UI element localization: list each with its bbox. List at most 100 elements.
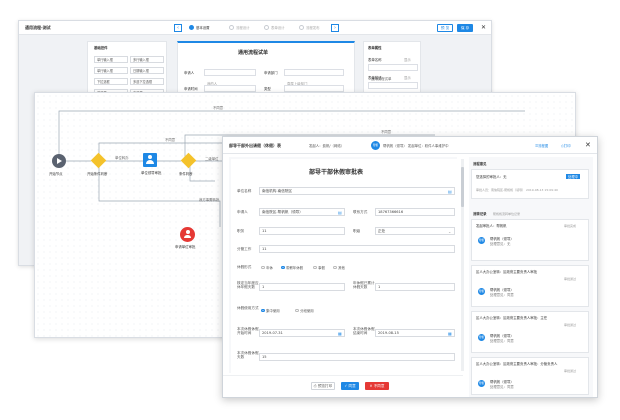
leave-type-radio[interactable]: 年休 — [261, 265, 273, 270]
total-label: 本次休假休假天数 — [237, 351, 259, 360]
form-canvas-title: 通用流程试单 — [238, 50, 269, 56]
print-icon: ⎙ — [313, 384, 317, 388]
list-icon: ▤ — [448, 188, 452, 194]
records-title: 流转记录 — [473, 212, 487, 216]
end-date-input[interactable]: 2019-08-15 ▦ — [375, 329, 455, 337]
edge-line — [98, 167, 221, 227]
user-task-icon[interactable] — [143, 153, 157, 167]
record-opinion: 处理意见：同意 — [490, 293, 514, 297]
prev-step-icon[interactable]: ‹ — [174, 24, 182, 32]
leave-type-radio[interactable]: 其他 — [333, 265, 345, 270]
prop-extra: 显示 — [404, 58, 411, 62]
leave-type-radio[interactable]: 事假 — [313, 265, 325, 270]
print-button[interactable]: ⎙打印 — [561, 144, 571, 148]
record-card: 发起审批人：帮帆帆 审批完成 帮帆 帮帆帆（领导） 处理意见：无 — [471, 219, 589, 261]
approval-form-window: 部导干部外出请假（休假）表 发起人：费帆/（网络） 帮帆 帮帆帆（领导） 发起单… — [222, 136, 598, 398]
leave-type-radio[interactable]: 带薪年休假 — [281, 265, 303, 270]
edge-label: 不同意 — [165, 138, 176, 142]
preview-button[interactable]: 预 览 — [437, 24, 453, 32]
dept-input[interactable]: 直属上级部门 — [284, 69, 344, 86]
start-node-icon[interactable] — [52, 154, 66, 168]
used-label: 年休假已累计休假天数 — [353, 281, 375, 290]
record-head: 发起审批人：帮帆帆 — [476, 224, 507, 228]
phone-input[interactable]: 18767366616 — [375, 208, 455, 216]
total-input[interactable]: 15 — [259, 353, 455, 361]
leave-form: 部导干部休假审批表 单位名称 南信机构-南信院区 ▤ 申请人 南信院区-帮帆帆（领… — [231, 159, 457, 373]
record-card: 区人大办公室转：区政府主要负责人审批：主任 审批通过 帮帆 帮帆帆（领导） 处理… — [471, 311, 589, 353]
form-title: 部导干部休假审批表 — [309, 169, 364, 176]
end-label: 本次休假休假结束时间 — [353, 327, 375, 336]
initiator-tag: 发起人：费帆/（网络） — [309, 143, 345, 148]
avatar: 帮帆 — [478, 237, 485, 244]
avatar: 帮帆 — [478, 334, 485, 341]
close-icon[interactable]: ✕ — [481, 24, 486, 31]
form-scroll-area[interactable]: 部导干部休假审批表 单位名称 南信机构-南信院区 ▤ 申请人 南信院区-帮帆帆（领… — [229, 157, 457, 373]
control-item[interactable]: 单行输入框 — [94, 67, 128, 74]
form-desc-input[interactable]: 通用流程试单 — [368, 82, 418, 99]
control-item[interactable]: 多选下拉选框 — [130, 78, 164, 85]
step-publish[interactable]: 流程发布 — [299, 25, 320, 30]
check-icon: ✓ — [344, 384, 348, 388]
prop-label: 表单名称 — [368, 58, 382, 62]
control-item[interactable]: 多行输入框 — [130, 56, 164, 63]
step-basic[interactable]: 基本设置 — [189, 25, 210, 30]
work-input[interactable]: 11 — [259, 245, 455, 253]
unit-input[interactable]: 南信机构-南信院区 ▤ — [259, 187, 455, 195]
record-opinion: 处理意见：同意 — [490, 385, 514, 389]
control-item[interactable]: 日期输入框 — [130, 67, 164, 74]
close-icon: ✕ — [369, 384, 373, 388]
record-status: 审批通过 — [564, 277, 577, 281]
step-flow-design[interactable]: 流程设计 — [229, 25, 250, 30]
designer-topbar: 通用流程-测试 ‹ 基本设置 流程设计 表单设计 流程发布 › 预 览 保 存 … — [19, 21, 491, 35]
use-mode-radio[interactable]: 分段使用 — [295, 308, 314, 313]
condition-node-label: 开始条件判断 — [87, 172, 108, 176]
form-name-input[interactable]: 通用流程试单 — [368, 64, 418, 81]
start-date-input[interactable]: 2019-07-31 ▦ — [259, 329, 345, 337]
form-scrollbar[interactable] — [461, 159, 464, 371]
flowchart-button[interactable]: ☰流程图 — [535, 144, 548, 148]
reject-button[interactable]: ✕ 不同意 — [365, 382, 389, 390]
control-item[interactable]: 下拉选框 — [94, 78, 128, 85]
calendar-icon: ▦ — [338, 330, 342, 336]
record-card: 区人大办公室转：区政府主要负责人审批 审批通过 帮帆 帮帆帆（领导） 处理意见：… — [471, 265, 589, 307]
record-head: 区人大办公室转：区政府主要负责人审批 — [476, 270, 538, 274]
control-item[interactable]: 单行输入框 — [94, 56, 128, 63]
edge-label: 不同意 — [213, 106, 224, 110]
record-head: 区人大办公室转：区政府主要负责人审批：主任 — [476, 316, 548, 320]
type-select[interactable] — [284, 85, 344, 92]
side-panel: 流程意见 您选择的审批人：无 处理中 审批人员：南信院区-帮帆帆（领导） 201… — [469, 157, 593, 397]
avatar: 帮帆 — [478, 380, 485, 387]
prop-extra: 显示 — [404, 76, 411, 80]
save-button[interactable]: 保 存 — [457, 24, 473, 32]
approval-title: 部导干部外出请假（休假）表 — [229, 143, 281, 148]
opinion-title: 流程意见 — [473, 162, 487, 166]
record-status: 审批完成 — [564, 224, 577, 228]
close-icon[interactable]: ✕ — [585, 141, 591, 149]
date-input[interactable]: 年-月-日 — [204, 85, 256, 102]
use-mode-radio[interactable]: 集中使用 — [261, 308, 280, 313]
used-input[interactable]: 1 — [375, 283, 455, 291]
initiator-sub: 帮帆帆（领导） 发起单位：软件人事维护中 — [383, 143, 449, 148]
controls-title: 基础控件 — [94, 46, 108, 50]
phone-label: 联系方式 — [353, 210, 368, 214]
next-step-icon[interactable]: › — [331, 24, 339, 32]
applicant-input[interactable]: 我的人 — [204, 69, 256, 86]
processing-badge[interactable]: 处理中 — [566, 174, 581, 179]
preview-print-button[interactable]: ⎙ 预览打印 — [311, 382, 335, 390]
record-name: 帮帆帆（领导） — [490, 334, 514, 338]
opinion-line: 审批人员：南信院区-帮帆帆（领导） 2019-08-13 15:09:40 — [476, 188, 558, 192]
agree-button[interactable]: ✓ 同意 — [341, 382, 359, 390]
rank-select[interactable]: 正处 ⌄ — [375, 227, 455, 235]
end-node-icon[interactable] — [180, 227, 195, 242]
post-input[interactable]: 11 — [259, 227, 345, 235]
record-name: 帮帆帆（领导） — [490, 380, 514, 384]
prop-label: 表单描述 — [368, 76, 382, 80]
step-form-design[interactable]: 表单设计 — [264, 25, 285, 30]
list-icon: ▤ — [338, 209, 342, 215]
form-footer: ⎙ 预览打印 ✓ 同意 ✕ 不同意 — [223, 375, 463, 397]
days-input[interactable]: 1 — [259, 283, 345, 291]
user-task-label: 单位领导审批 — [141, 171, 162, 175]
applicant-input[interactable]: 南信院区-帮帆帆（领导） ▤ — [259, 208, 345, 216]
days-label: 核定当年度应休年假天数 — [237, 281, 259, 290]
applicant-label: 申请人 — [237, 210, 248, 214]
